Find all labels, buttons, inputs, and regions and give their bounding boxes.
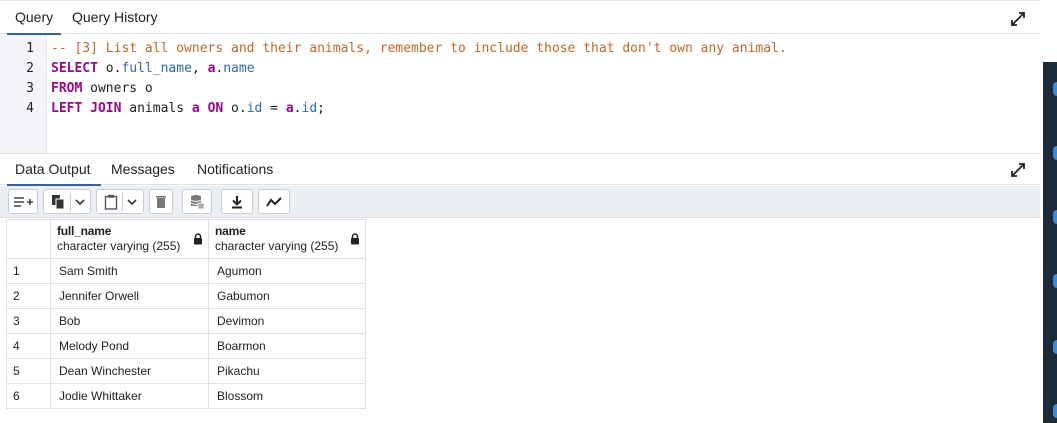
graph-visualiser-button[interactable] bbox=[258, 189, 290, 214]
code-token: -- [3] List all owners and their animals… bbox=[51, 41, 787, 56]
code-token: id bbox=[301, 101, 318, 116]
save-data-icon bbox=[190, 194, 205, 209]
row-number-header[interactable] bbox=[6, 219, 51, 259]
lock-icon bbox=[194, 233, 202, 245]
background-indicator bbox=[1053, 82, 1057, 96]
query-tool-panel: Query Query History 1 2 3 4 -- [3] List … bbox=[0, 0, 1040, 423]
code-token: a bbox=[191, 101, 200, 116]
code-token: = bbox=[262, 101, 286, 116]
code-line[interactable]: FROM owners o bbox=[51, 81, 153, 96]
table-row[interactable]: 1 Sam Smith Agumon bbox=[6, 258, 366, 284]
column-name: full_name bbox=[57, 224, 112, 238]
cell-name[interactable]: Gabumon bbox=[208, 283, 366, 309]
code-token: FROM bbox=[51, 81, 83, 96]
copy-button[interactable] bbox=[43, 189, 91, 214]
copy-icon bbox=[51, 194, 64, 209]
code-token: animals bbox=[121, 101, 192, 116]
cell-full-name[interactable]: Jodie Whittaker bbox=[50, 383, 209, 409]
cell-name[interactable]: Agumon bbox=[208, 258, 366, 284]
download-icon bbox=[232, 195, 242, 208]
column-header-full-name[interactable]: full_name character varying (255) bbox=[50, 219, 209, 259]
code-token: name bbox=[223, 61, 255, 76]
row-number[interactable]: 5 bbox=[6, 358, 51, 384]
code-token: ; bbox=[317, 101, 325, 116]
chevron-down-icon[interactable] bbox=[126, 198, 137, 206]
line-number: 2 bbox=[26, 61, 34, 76]
cell-name[interactable]: Blossom bbox=[208, 383, 366, 409]
background-indicator bbox=[1053, 404, 1057, 418]
expand-icon[interactable] bbox=[1011, 12, 1025, 26]
code-line[interactable]: LEFT JOIN animals a ON o.id = a.id; bbox=[51, 101, 325, 116]
output-tabbar: Data Output Messages Notifications bbox=[0, 154, 1040, 186]
code-token: o. bbox=[223, 101, 247, 116]
code-token: LEFT JOIN bbox=[51, 101, 122, 116]
cell-full-name[interactable]: Sam Smith bbox=[50, 258, 209, 284]
code-line[interactable]: SELECT o.full_name, a.name bbox=[51, 61, 255, 76]
line-number-gutter: 1 2 3 4 bbox=[0, 35, 47, 153]
tab-notifications[interactable]: Notifications bbox=[197, 161, 273, 177]
code-token: full_name bbox=[121, 61, 192, 76]
table-row[interactable]: 4 Melody Pond Boarmon bbox=[6, 333, 366, 359]
column-name: name bbox=[215, 224, 246, 238]
download-button[interactable] bbox=[221, 189, 253, 214]
cell-full-name[interactable]: Dean Winchester bbox=[50, 358, 209, 384]
background-indicator bbox=[1053, 146, 1057, 160]
data-output-toolbar bbox=[0, 186, 1040, 218]
delete-button[interactable] bbox=[149, 189, 173, 214]
background-indicator bbox=[1053, 210, 1057, 224]
add-row-icon bbox=[14, 196, 33, 207]
delete-icon bbox=[156, 195, 166, 208]
query-tabbar: Query Query History bbox=[0, 2, 1040, 35]
paste-button[interactable] bbox=[96, 189, 144, 214]
row-number[interactable]: 1 bbox=[6, 258, 51, 284]
tab-query-history[interactable]: Query History bbox=[72, 9, 158, 25]
column-type: character varying (255) bbox=[57, 239, 181, 253]
code-token: a bbox=[285, 101, 294, 116]
table-row[interactable]: 6 Jodie Whittaker Blossom bbox=[6, 383, 366, 409]
row-number[interactable]: 4 bbox=[6, 333, 51, 359]
column-type: character varying (255) bbox=[215, 239, 339, 253]
result-grid: full_name character varying (255) name c… bbox=[6, 219, 366, 409]
cell-full-name[interactable]: Melody Pond bbox=[50, 333, 209, 359]
row-number[interactable]: 3 bbox=[6, 308, 51, 334]
code-token: owners o bbox=[82, 81, 153, 96]
table-row[interactable]: 3 Bob Devimon bbox=[6, 308, 366, 334]
expand-icon[interactable] bbox=[1011, 163, 1025, 177]
table-row[interactable]: 2 Jennifer Orwell Gabumon bbox=[6, 283, 366, 309]
code-token: . bbox=[293, 101, 302, 116]
line-number: 3 bbox=[26, 81, 34, 96]
cell-full-name[interactable]: Jennifer Orwell bbox=[50, 283, 209, 309]
tab-messages[interactable]: Messages bbox=[111, 161, 175, 177]
code-token: id bbox=[246, 101, 263, 116]
table-row[interactable]: 5 Dean Winchester Pikachu bbox=[6, 358, 366, 384]
background-indicator bbox=[1053, 274, 1057, 288]
tab-data-output[interactable]: Data Output bbox=[7, 161, 100, 186]
row-number[interactable]: 2 bbox=[6, 283, 51, 309]
chevron-down-icon[interactable] bbox=[74, 198, 85, 206]
background-window-edge bbox=[1043, 62, 1057, 423]
cell-full-name[interactable]: Bob bbox=[50, 308, 209, 334]
code-token: o. bbox=[97, 61, 122, 76]
graph-icon bbox=[266, 196, 282, 207]
row-number[interactable]: 6 bbox=[6, 383, 51, 409]
save-data-button[interactable] bbox=[182, 189, 212, 214]
code-token: , bbox=[191, 61, 208, 76]
cell-name[interactable]: Boarmon bbox=[208, 333, 366, 359]
code-line[interactable]: -- [3] List all owners and their animals… bbox=[51, 41, 787, 56]
line-number: 1 bbox=[26, 41, 34, 56]
code-token: SELECT bbox=[51, 61, 98, 76]
lock-icon bbox=[351, 233, 359, 245]
sql-editor[interactable]: 1 2 3 4 -- [3] List all owners and their… bbox=[0, 35, 1040, 153]
paste-icon bbox=[104, 194, 117, 210]
code-token: ON bbox=[207, 101, 224, 116]
cell-name[interactable]: Devimon bbox=[208, 308, 366, 334]
tab-query[interactable]: Query bbox=[6, 9, 62, 35]
line-number: 4 bbox=[26, 101, 34, 116]
cell-name[interactable]: Pikachu bbox=[208, 358, 366, 384]
add-row-button[interactable] bbox=[8, 189, 38, 214]
background-indicator bbox=[1053, 340, 1057, 354]
column-header-name[interactable]: name character varying (255) bbox=[208, 219, 366, 259]
